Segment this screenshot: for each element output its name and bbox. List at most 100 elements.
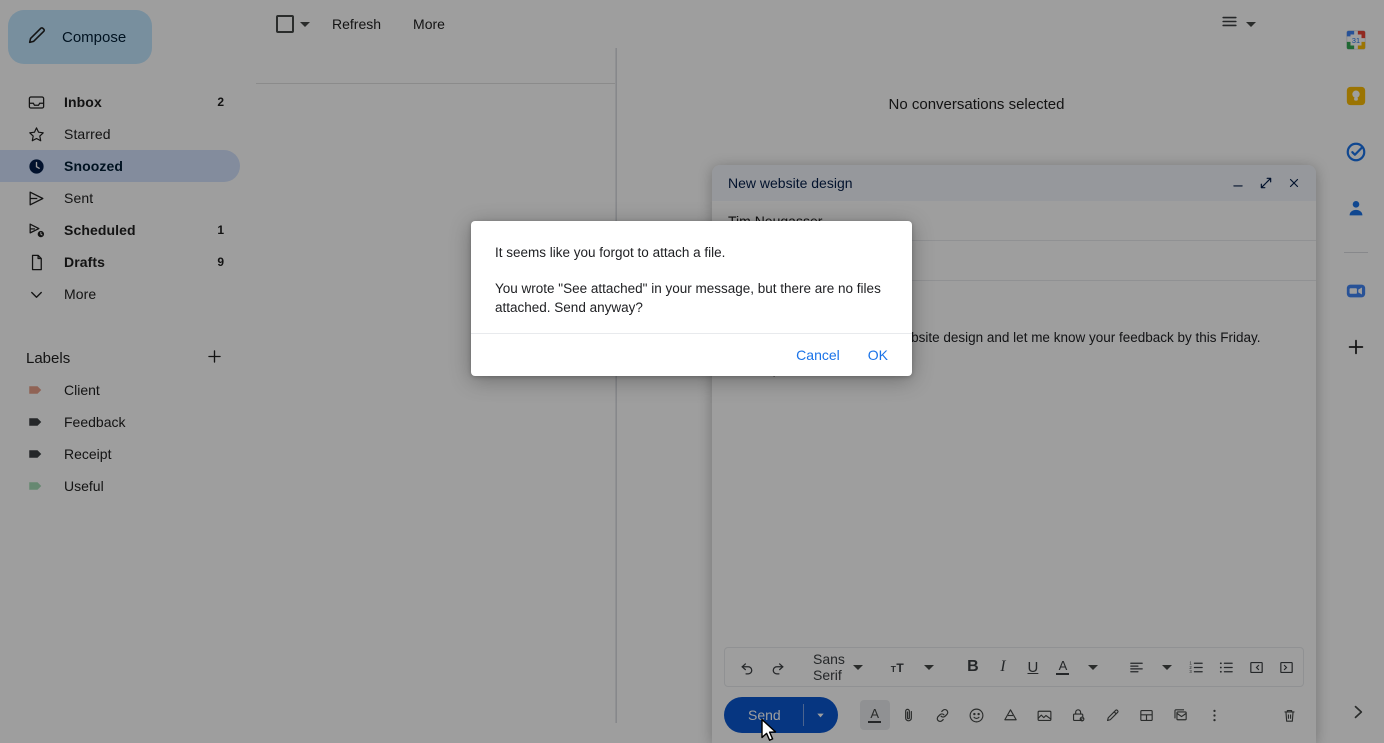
label-item-label: Feedback xyxy=(64,414,125,430)
sidebar-item-scheduled[interactable]: Scheduled 1 xyxy=(0,214,240,246)
expand-diagonal-icon[interactable] xyxy=(1252,169,1280,197)
label-tag-icon xyxy=(26,444,46,464)
sidebar-item-label: More xyxy=(64,286,224,302)
lock-clock-icon[interactable] xyxy=(1064,700,1094,730)
density-list-icon[interactable] xyxy=(1220,12,1239,36)
font-size-caret-icon[interactable] xyxy=(915,653,943,681)
dialog-actions: Cancel OK xyxy=(471,333,912,376)
send-button[interactable]: Send xyxy=(724,697,803,733)
text-color-caret-icon[interactable] xyxy=(1079,653,1107,681)
drive-triangle-icon[interactable] xyxy=(996,700,1026,730)
svg-text:3: 3 xyxy=(1190,669,1193,674)
sidebar-item-label: Starred xyxy=(64,126,224,142)
compose-header: New website design xyxy=(712,165,1316,201)
paperclip-icon[interactable] xyxy=(894,700,924,730)
bulleted-list-icon[interactable] xyxy=(1213,653,1241,681)
meet-video-icon[interactable] xyxy=(1344,279,1368,303)
sidebar-nav: Inbox 2 Starred Sn xyxy=(0,86,256,310)
numbered-list-icon[interactable]: 1 2 3 xyxy=(1183,653,1211,681)
conversation-list-panel xyxy=(256,48,617,723)
image-icon[interactable] xyxy=(1030,700,1060,730)
align-left-icon[interactable] xyxy=(1123,653,1151,681)
font-size-icon[interactable]: T T xyxy=(885,653,913,681)
rail-divider xyxy=(1344,252,1368,253)
dialog-line-2: You wrote "See attached" in your message… xyxy=(495,279,888,317)
left-sidebar: Compose Inbox 2 Starred xyxy=(0,0,256,743)
dialog-line-1: It seems like you forgot to attach a fil… xyxy=(495,243,888,262)
sidebar-item-more[interactable]: More xyxy=(0,278,240,310)
svg-text:T: T xyxy=(897,660,905,674)
font-family-selector[interactable]: Sans Serif xyxy=(807,651,869,683)
align-caret-icon[interactable] xyxy=(1153,653,1181,681)
plus-icon[interactable] xyxy=(1344,335,1368,359)
cancel-button[interactable]: Cancel xyxy=(794,343,842,367)
right-side-rail: 31 xyxy=(1328,0,1384,743)
sidebar-item-count: 2 xyxy=(217,95,224,109)
chevron-down-icon[interactable] xyxy=(1246,22,1256,27)
close-icon[interactable] xyxy=(1280,169,1308,197)
sidebar-item-starred[interactable]: Starred xyxy=(0,118,240,150)
pencil-icon xyxy=(26,24,48,50)
chevron-down-icon[interactable] xyxy=(853,665,863,670)
compose-button[interactable]: Compose xyxy=(8,10,152,64)
compose-button-label: Compose xyxy=(62,29,126,46)
scheduled-icon xyxy=(26,220,46,240)
sidebar-item-label: Sent xyxy=(64,190,224,206)
label-item-client[interactable]: Client xyxy=(0,374,240,406)
labels-header: Labels xyxy=(0,342,240,374)
chevron-right-icon[interactable] xyxy=(1348,702,1368,727)
label-item-label: Receipt xyxy=(64,446,111,462)
compose-action-bar: Send A xyxy=(712,687,1316,743)
select-all-checkbox[interactable] xyxy=(276,15,310,33)
sidebar-item-inbox[interactable]: Inbox 2 xyxy=(0,86,240,118)
label-tag-icon xyxy=(26,412,46,432)
empty-state-text: No conversations selected xyxy=(625,96,1328,113)
plus-icon[interactable] xyxy=(205,347,224,370)
sidebar-item-count: 1 xyxy=(217,223,224,237)
checkbox-icon[interactable] xyxy=(276,15,294,33)
layout-template-icon[interactable] xyxy=(1132,700,1162,730)
keep-lightbulb-icon[interactable] xyxy=(1344,84,1368,108)
contacts-person-icon[interactable] xyxy=(1344,196,1368,220)
labels-header-label: Labels xyxy=(26,350,205,367)
list-header-divider xyxy=(256,83,616,84)
emoji-smiley-icon[interactable] xyxy=(962,700,992,730)
calendar-icon[interactable]: 31 xyxy=(1344,28,1368,52)
compose-format-toolbar: Sans Serif T T B I U A xyxy=(724,647,1304,687)
send-options-chevron-down-icon[interactable] xyxy=(804,697,838,733)
refresh-button[interactable]: Refresh xyxy=(322,10,391,38)
send-button-group[interactable]: Send xyxy=(724,697,838,733)
gmail-app: Compose Inbox 2 Starred xyxy=(0,0,1384,743)
more-vertical-icon[interactable] xyxy=(1200,700,1230,730)
chevron-down-icon[interactable] xyxy=(300,22,310,27)
link-icon[interactable] xyxy=(928,700,958,730)
indent-decrease-icon[interactable] xyxy=(1243,653,1271,681)
bold-button[interactable]: B xyxy=(959,653,987,681)
text-color-letter: A xyxy=(1059,659,1068,672)
tasks-check-icon[interactable] xyxy=(1344,140,1368,164)
label-item-label: Useful xyxy=(64,478,104,494)
text-format-A-icon[interactable]: A xyxy=(860,700,890,730)
more-button[interactable]: More xyxy=(403,10,455,38)
redo-icon[interactable] xyxy=(763,653,791,681)
undo-icon[interactable] xyxy=(733,653,761,681)
mail-template-icon[interactable] xyxy=(1166,700,1196,730)
ok-button[interactable]: OK xyxy=(866,343,890,367)
font-family-value: Sans Serif xyxy=(813,651,845,683)
density-settings-button[interactable] xyxy=(1220,12,1256,36)
trash-icon[interactable] xyxy=(1274,700,1304,730)
pen-signature-icon[interactable] xyxy=(1098,700,1128,730)
label-item-label: Client xyxy=(64,382,100,398)
text-color-button[interactable]: A xyxy=(1049,653,1077,681)
label-item-useful[interactable]: Useful xyxy=(0,470,240,502)
minimize-icon[interactable] xyxy=(1224,169,1252,197)
label-item-feedback[interactable]: Feedback xyxy=(0,406,240,438)
send-icon xyxy=(26,188,46,208)
underline-button[interactable]: U xyxy=(1019,653,1047,681)
label-item-receipt[interactable]: Receipt xyxy=(0,438,240,470)
sidebar-item-snoozed[interactable]: Snoozed xyxy=(0,150,240,182)
sidebar-item-drafts[interactable]: Drafts 9 xyxy=(0,246,240,278)
italic-button[interactable]: I xyxy=(989,653,1017,681)
indent-increase-icon[interactable] xyxy=(1273,653,1301,681)
sidebar-item-sent[interactable]: Sent xyxy=(0,182,240,214)
